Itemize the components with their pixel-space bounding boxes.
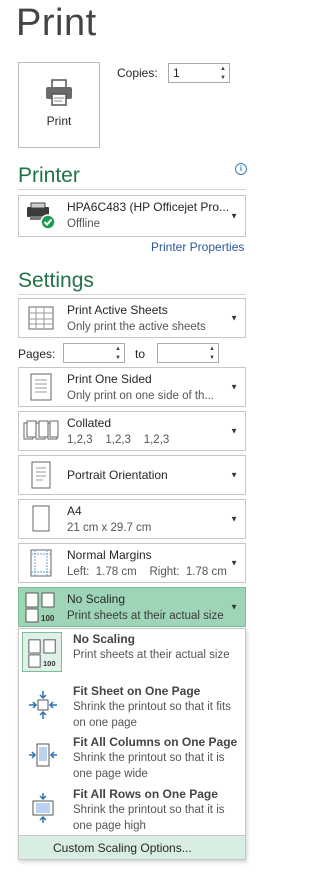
sides-sub: Only print on one side of th... <box>67 390 215 402</box>
menu-item-fit-rows[interactable]: Fit All Rows on One Page Shrink the prin… <box>19 784 245 834</box>
info-icon[interactable]: i <box>235 163 247 175</box>
fit-rows-icon <box>23 789 63 827</box>
increment-icon[interactable]: ▲ <box>206 344 218 353</box>
orientation-title: Portrait Orientation <box>67 468 168 482</box>
collate-sub: 1,2,3 1,2,3 1,2,3 <box>67 434 170 446</box>
decrement-icon[interactable]: ▼ <box>217 73 229 82</box>
pages-from-stepper[interactable]: ▲ ▼ <box>63 343 125 363</box>
menu-item-title: Fit All Columns on One Page <box>73 735 238 749</box>
paper-size-select[interactable]: A4 21 cm x 29.7 cm ▼ <box>18 499 246 539</box>
margins-icon <box>23 546 59 580</box>
printer-name: HPA6C483 (HP Officejet Pro... <box>67 200 230 214</box>
pages-to-stepper[interactable]: ▲ ▼ <box>157 343 219 363</box>
chevron-down-icon: ▼ <box>230 313 238 323</box>
increment-icon[interactable]: ▲ <box>112 344 124 353</box>
one-sided-icon <box>23 370 59 404</box>
menu-item-title: No Scaling <box>73 632 136 646</box>
print-button[interactable]: Print <box>18 62 100 148</box>
menu-item-title: Fit Sheet on One Page <box>73 684 201 698</box>
menu-item-fit-sheet[interactable]: Fit Sheet on One Page Shrink the printou… <box>19 681 245 731</box>
chevron-down-icon: ▼ <box>230 558 238 568</box>
chevron-down-icon: ▼ <box>230 602 238 612</box>
portrait-icon <box>23 458 59 492</box>
increment-icon[interactable]: ▲ <box>217 64 229 73</box>
menu-item-title: Fit All Rows on One Page <box>73 787 218 801</box>
decrement-icon[interactable]: ▼ <box>112 353 124 362</box>
scaling-select[interactable]: 100 No Scaling Print sheets at their act… <box>18 587 246 627</box>
menu-item-desc: Shrink the printout so that it fits on o… <box>73 701 231 729</box>
settings-heading: Settings <box>18 269 94 292</box>
copies-value[interactable]: 1 <box>173 66 180 80</box>
collated-icon <box>23 414 59 448</box>
paper-title: A4 <box>67 504 82 518</box>
copies-label: Copies: <box>117 66 158 80</box>
menu-item-desc: Shrink the printout so that it is one pa… <box>73 752 225 780</box>
custom-scaling-options[interactable]: Custom Scaling Options... <box>19 835 245 859</box>
print-what-title: Print Active Sheets <box>67 303 168 317</box>
chevron-down-icon: ▼ <box>230 211 238 221</box>
margins-title: Normal Margins <box>67 548 152 562</box>
printer-heading: Printer <box>18 164 80 187</box>
chevron-down-icon: ▼ <box>230 382 238 392</box>
sides-select[interactable]: Print One Sided Only print on one side o… <box>18 367 246 407</box>
menu-item-desc: Print sheets at their actual size <box>73 649 230 661</box>
chevron-down-icon: ▼ <box>230 470 238 480</box>
decrement-icon[interactable]: ▼ <box>206 353 218 362</box>
custom-scaling-label: Custom Scaling Options... <box>53 841 192 855</box>
paper-sub: 21 cm x 29.7 cm <box>67 522 152 534</box>
scaling-menu: 100 No Scaling Print sheets at their act… <box>18 628 246 860</box>
pages-label: Pages: <box>18 347 56 361</box>
printer-select[interactable]: HPA6C483 (HP Officejet Pro... Offline ▼ <box>18 195 246 237</box>
print-what-select[interactable]: Print Active Sheets Only print the activ… <box>18 298 246 338</box>
printer-status: Offline <box>67 218 101 230</box>
printer-properties-link[interactable]: Printer Properties <box>151 240 244 254</box>
margins-select[interactable]: Normal Margins Left: 1.78 cm Right: 1.78… <box>18 543 246 583</box>
fit-sheet-icon <box>23 686 63 724</box>
sheet-grid-icon <box>23 301 59 335</box>
printer-icon <box>46 79 72 106</box>
no-scaling-icon: 100 <box>23 634 63 672</box>
scaling-sub: Print sheets at their actual size <box>67 610 224 622</box>
fit-columns-icon <box>23 737 63 775</box>
collate-select[interactable]: Collated 1,2,3 1,2,3 1,2,3 ▼ <box>18 411 246 451</box>
scaling-title: No Scaling <box>67 592 126 606</box>
menu-item-desc: Shrink the printout so that it is one pa… <box>73 804 225 832</box>
pages-to-label: to <box>135 347 146 361</box>
sides-title: Print One Sided <box>67 372 152 386</box>
copies-stepper[interactable]: 1 ▲ ▼ <box>168 63 230 83</box>
margins-sub: Left: 1.78 cm Right: 1.78 cm <box>67 566 227 578</box>
divider <box>18 294 246 295</box>
orientation-select[interactable]: Portrait Orientation ▼ <box>18 455 246 495</box>
no-scaling-icon: 100 <box>23 590 59 624</box>
collate-title: Collated <box>67 416 112 430</box>
print-what-sub: Only print the active sheets <box>67 321 206 333</box>
page-title: Print <box>16 2 97 44</box>
print-button-label: Print <box>46 114 72 128</box>
svg-text:100: 100 <box>41 614 55 623</box>
chevron-down-icon: ▼ <box>230 514 238 524</box>
chevron-down-icon: ▼ <box>230 426 238 436</box>
paper-icon <box>23 502 59 536</box>
printer-status-icon <box>23 199 59 233</box>
menu-item-no-scaling[interactable]: 100 No Scaling Print sheets at their act… <box>19 629 245 677</box>
divider <box>18 189 246 190</box>
menu-item-fit-columns[interactable]: Fit All Columns on One Page Shrink the p… <box>19 732 245 782</box>
svg-text:100: 100 <box>43 659 56 668</box>
